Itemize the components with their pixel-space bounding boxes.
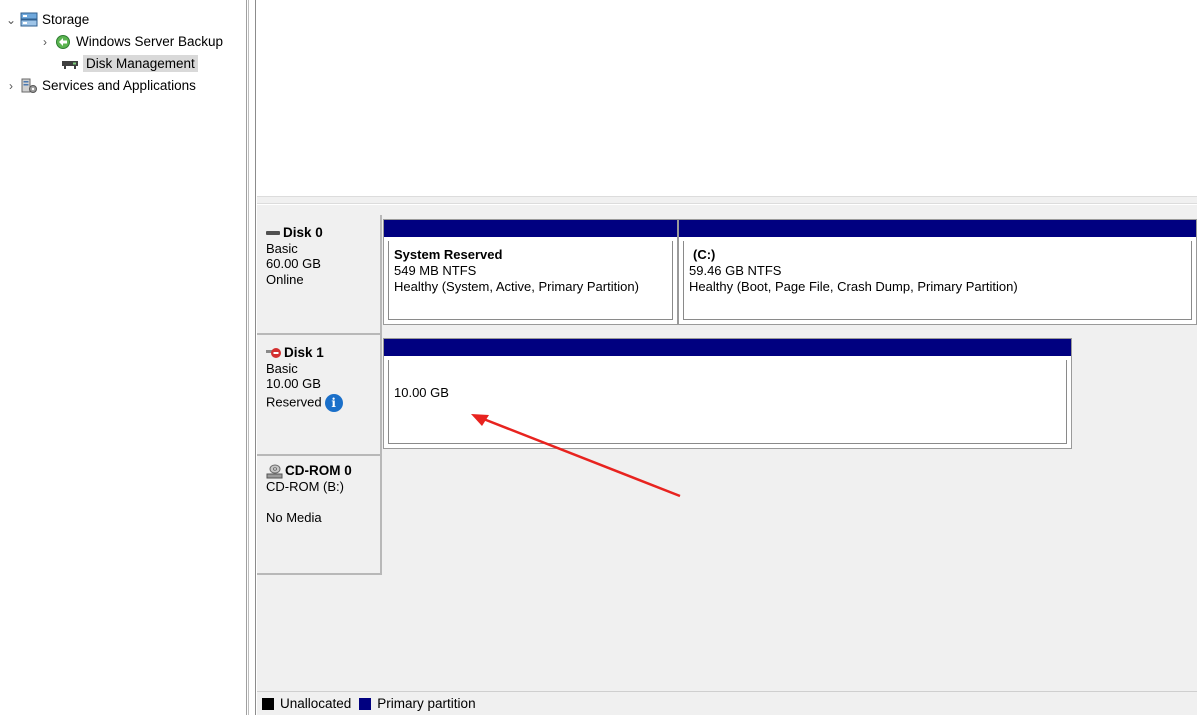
disk-name-text: Disk 1 xyxy=(284,345,324,360)
disk-name: Disk 0 xyxy=(266,225,380,241)
disk-partition-area: 10.00 GB xyxy=(382,335,1197,456)
legend-unallocated: Unallocated xyxy=(262,696,351,711)
disk-name: CD-ROM 0 xyxy=(266,463,380,479)
legend-primary-partition: Primary partition xyxy=(359,696,476,711)
backup-icon xyxy=(54,34,72,50)
disk-row-cdrom-0: CD-ROM 0 CD-ROM (B:) No Media xyxy=(257,456,1197,575)
disk-spacer xyxy=(266,495,380,510)
volume-list-pane xyxy=(257,0,1197,196)
legend-bar: Unallocated Primary partition xyxy=(257,691,1197,715)
disk-row-disk-0: Disk 0 Basic 60.00 GB Online System Rese… xyxy=(257,215,1197,335)
chevron-right-icon[interactable]: › xyxy=(4,79,18,93)
tree-item-label: Services and Applications xyxy=(42,78,196,93)
disk-row-disk-1: Disk 1 Basic 10.00 GB Reserved i 10.00 GB xyxy=(257,335,1197,456)
storage-icon xyxy=(20,12,38,28)
primary-partition-bar xyxy=(679,220,1196,237)
graphical-disk-view: Disk 0 Basic 60.00 GB Online System Rese… xyxy=(257,205,1197,691)
info-icon[interactable]: i xyxy=(324,393,343,412)
services-icon xyxy=(20,78,38,94)
disk-type: Basic xyxy=(266,240,298,256)
disk-management-pane: Disk 0 Basic 60.00 GB Online System Rese… xyxy=(257,0,1197,715)
disk-type: CD-ROM (B:) xyxy=(266,479,344,494)
tree-item-label: Storage xyxy=(42,12,90,27)
disk-name: Disk 1 xyxy=(266,345,380,361)
pane-splitter[interactable] xyxy=(248,0,256,715)
partition-info: 549 MB NTFS xyxy=(394,263,477,278)
disk-type: Basic xyxy=(266,360,298,376)
partition-body: (C:) 59.46 GB NTFS Healthy (Boot, Page F… xyxy=(683,241,1192,320)
partition-title: (C:) xyxy=(693,247,716,262)
partition-disk-1[interactable]: 10.00 GB xyxy=(383,338,1072,449)
disk-management-icon xyxy=(61,56,79,72)
view-splitter[interactable] xyxy=(257,196,1197,204)
legend-swatch xyxy=(359,697,372,710)
tree-item-windows-server-backup[interactable]: › Windows Server Backup xyxy=(38,31,223,52)
console-tree: ⌄ Storage › Windows Server Backup Disk M… xyxy=(0,0,247,715)
legend-label: Primary partition xyxy=(377,696,476,711)
chevron-down-icon[interactable]: ⌄ xyxy=(4,13,18,27)
disk-status-row: Reserved i xyxy=(266,393,380,412)
disk-status: Reserved xyxy=(266,393,322,409)
partition-health: Healthy (System, Active, Primary Partiti… xyxy=(394,279,639,294)
partition-body: System Reserved 549 MB NTFS Healthy (Sys… xyxy=(388,241,673,320)
disk-label-disk-1[interactable]: Disk 1 Basic 10.00 GB Reserved i xyxy=(257,335,382,456)
disk-status: Online xyxy=(266,271,304,287)
tree-item-services-and-applications[interactable]: › Services and Applications xyxy=(4,75,196,96)
disk-name-text: CD-ROM 0 xyxy=(285,463,352,479)
hard-disk-icon xyxy=(266,230,280,235)
partition-body: 10.00 GB xyxy=(388,360,1067,444)
disk-partition-area xyxy=(382,456,1197,575)
tree-item-label: Disk Management xyxy=(83,55,198,72)
tree-item-storage[interactable]: ⌄ Storage xyxy=(4,9,89,30)
cd-drive-icon xyxy=(266,463,283,479)
disk-name-text: Disk 0 xyxy=(283,225,323,240)
disk-label-disk-0[interactable]: Disk 0 Basic 60.00 GB Online xyxy=(257,215,382,335)
partition-info: 10.00 GB xyxy=(394,385,449,400)
legend-label: Unallocated xyxy=(280,696,352,711)
disk-status: No Media xyxy=(266,509,322,525)
disk-size: 60.00 GB xyxy=(266,256,321,271)
chevron-right-icon[interactable]: › xyxy=(38,35,52,49)
legend-swatch xyxy=(262,697,274,710)
tree-item-label: Windows Server Backup xyxy=(76,34,224,49)
partition-c-drive[interactable]: (C:) 59.46 GB NTFS Healthy (Boot, Page F… xyxy=(678,219,1197,325)
disk-partition-area: System Reserved 549 MB NTFS Healthy (Sys… xyxy=(382,215,1197,335)
primary-partition-bar xyxy=(384,220,677,237)
partition-system-reserved[interactable]: System Reserved 549 MB NTFS Healthy (Sys… xyxy=(383,219,678,325)
partition-health: Healthy (Boot, Page File, Crash Dump, Pr… xyxy=(689,279,1018,294)
disk-error-icon xyxy=(266,346,282,360)
primary-partition-bar xyxy=(384,339,1071,356)
partition-info: 59.46 GB NTFS xyxy=(689,263,782,278)
disk-label-cdrom-0[interactable]: CD-ROM 0 CD-ROM (B:) No Media xyxy=(257,456,382,575)
partition-title: System Reserved xyxy=(394,247,503,262)
disk-size: 10.00 GB xyxy=(266,376,321,391)
tree-item-disk-management[interactable]: Disk Management xyxy=(45,53,198,74)
